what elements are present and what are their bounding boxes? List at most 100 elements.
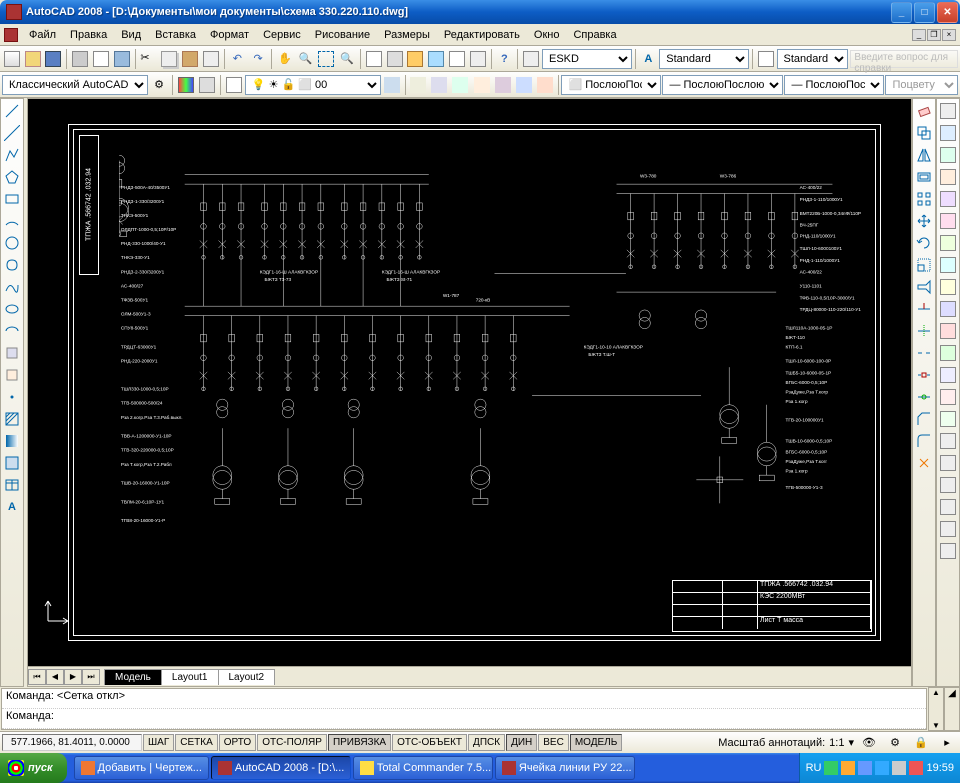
tab-layout2[interactable]: Layout2 <box>218 669 276 685</box>
ordinate-dim-tool[interactable] <box>937 188 959 210</box>
sheet-set-button[interactable] <box>426 48 446 70</box>
scale-tool[interactable] <box>913 254 935 276</box>
design-center-button[interactable] <box>385 48 405 70</box>
menu-dimension[interactable]: Размеры <box>377 27 437 43</box>
mdi-close[interactable]: × <box>942 29 956 41</box>
tab-first[interactable]: ⏮ <box>28 669 46 685</box>
preview-button[interactable] <box>91 48 111 70</box>
linear-dim-tool[interactable] <box>937 122 959 144</box>
layer-freeze-button[interactable] <box>514 74 534 96</box>
statusbar-tray-icon[interactable]: ▸ <box>936 732 958 754</box>
ellipse-arc-tool[interactable] <box>1 320 23 342</box>
command-line[interactable]: Команда: <Сетка откл> Команда: <box>1 688 927 730</box>
language-indicator[interactable]: RU <box>806 762 822 774</box>
fillet-tool[interactable] <box>913 430 935 452</box>
polar-toggle[interactable]: ОТС-ПОЛЯР <box>257 734 327 751</box>
quick-dim-tool[interactable] <box>937 298 959 320</box>
revcloud-tool[interactable] <box>1 254 23 276</box>
zoom-realtime-button[interactable]: 🔍 <box>296 48 316 70</box>
grid-toggle[interactable]: СЕТКА <box>175 734 218 751</box>
extend-tool[interactable] <box>913 320 935 342</box>
layer-prev-button[interactable] <box>382 74 402 96</box>
workspace-settings-button[interactable]: ⚙ <box>149 74 169 96</box>
tool-palettes-button[interactable] <box>406 48 426 70</box>
linetype-select[interactable]: — ПослоюПослою <box>662 75 783 95</box>
command-prompt[interactable]: Команда: <box>2 709 926 729</box>
lineweight-select[interactable]: — ПослоюПослою <box>784 75 884 95</box>
stretch-tool[interactable] <box>913 276 935 298</box>
mdi-minimize[interactable]: _ <box>912 29 926 41</box>
angular-dim-tool[interactable] <box>937 276 959 298</box>
layer-filter-button[interactable] <box>224 74 244 96</box>
spline-tool[interactable] <box>1 276 23 298</box>
snap-toggle[interactable]: ШАГ <box>143 734 174 751</box>
dist-tool[interactable] <box>937 100 959 122</box>
taskbar-item-4[interactable]: Ячейка линии РУ 22... <box>495 756 635 780</box>
join-tool[interactable] <box>913 386 935 408</box>
tray-icon-4[interactable] <box>875 761 889 775</box>
tray-icon-3[interactable] <box>858 761 872 775</box>
arc-dim-tool[interactable] <box>937 166 959 188</box>
cmdline-scroll-up[interactable]: ▲ <box>929 688 943 697</box>
menu-format[interactable]: Формат <box>203 27 256 43</box>
tab-layout1[interactable]: Layout1 <box>161 669 219 685</box>
taskbar-item-2[interactable]: AutoCAD 2008 - [D:\... <box>211 756 351 780</box>
cut-button[interactable]: ✂ <box>138 48 158 70</box>
arc-tool[interactable] <box>1 210 23 232</box>
otrack-toggle[interactable]: ОТС-ОБЪЕКТ <box>392 734 467 751</box>
calc-button[interactable] <box>468 48 488 70</box>
layer-uniso-button[interactable] <box>472 74 492 96</box>
taskbar-item-3[interactable]: Total Commander 7.5... <box>353 756 493 780</box>
menu-file[interactable]: Файл <box>22 27 63 43</box>
properties-button[interactable] <box>364 48 384 70</box>
menu-window[interactable]: Окно <box>527 27 567 43</box>
model-toggle[interactable]: МОДЕЛЬ <box>570 734 622 751</box>
tray-icon-1[interactable] <box>824 761 838 775</box>
ducs-toggle[interactable]: ДПСК <box>468 734 505 751</box>
menu-modify[interactable]: Редактировать <box>437 27 527 43</box>
table-style-icon[interactable] <box>756 48 776 70</box>
tab-model[interactable]: Модель <box>104 669 162 685</box>
layer-match-button[interactable] <box>429 74 449 96</box>
start-button[interactable]: пуск <box>0 753 67 783</box>
jogged-dim-tool[interactable] <box>937 232 959 254</box>
menu-view[interactable]: Вид <box>114 27 148 43</box>
cmdline-scroll-down[interactable]: ▼ <box>929 721 943 730</box>
markup-button[interactable] <box>447 48 467 70</box>
plot-button[interactable] <box>70 48 90 70</box>
table-tool[interactable] <box>1 474 23 496</box>
tray-icon-6[interactable] <box>909 761 923 775</box>
maximize-button[interactable]: □ <box>914 2 935 23</box>
save-button[interactable] <box>44 48 64 70</box>
tab-prev[interactable]: ◀ <box>46 669 64 685</box>
ortho-toggle[interactable]: ОРТО <box>219 734 256 751</box>
diameter-dim-tool[interactable] <box>937 254 959 276</box>
new-button[interactable] <box>2 48 22 70</box>
zoom-window-button[interactable] <box>317 48 337 70</box>
text-style-icon[interactable]: A <box>638 48 658 70</box>
layer-lock-button[interactable] <box>535 74 555 96</box>
gradient-tool[interactable] <box>1 430 23 452</box>
publish-button[interactable] <box>112 48 132 70</box>
menu-insert[interactable]: Вставка <box>148 27 203 43</box>
line-tool[interactable] <box>1 100 23 122</box>
polygon-tool[interactable] <box>1 166 23 188</box>
explode-tool[interactable] <box>913 452 935 474</box>
make-layer-current-button[interactable] <box>408 74 428 96</box>
insert-block-tool[interactable] <box>1 342 23 364</box>
layer-select[interactable]: 💡 ☀ 🔓 ⬜ 00 <box>245 75 381 95</box>
color-select[interactable]: ⬜ ПослоюПослою <box>561 75 661 95</box>
drawing-area[interactable]: ТПЖА .566742 .032.94 <box>27 98 912 687</box>
coordinates-display[interactable]: 577.1966, 81.4011, 0.0000 <box>2 734 142 751</box>
osnap-toggle[interactable]: ПРИВЯЗКА <box>328 734 391 751</box>
match-props-button[interactable] <box>201 48 221 70</box>
menu-tools[interactable]: Сервис <box>256 27 308 43</box>
dim-style-icon[interactable] <box>521 48 541 70</box>
menu-help[interactable]: Справка <box>566 27 623 43</box>
tolerance-tool[interactable] <box>937 408 959 430</box>
tray-icon-2[interactable] <box>841 761 855 775</box>
menu-edit[interactable]: Правка <box>63 27 114 43</box>
workspace-select[interactable]: Классический AutoCAD <box>2 75 148 95</box>
ellipse-tool[interactable] <box>1 298 23 320</box>
layer-states-button[interactable] <box>197 74 217 96</box>
